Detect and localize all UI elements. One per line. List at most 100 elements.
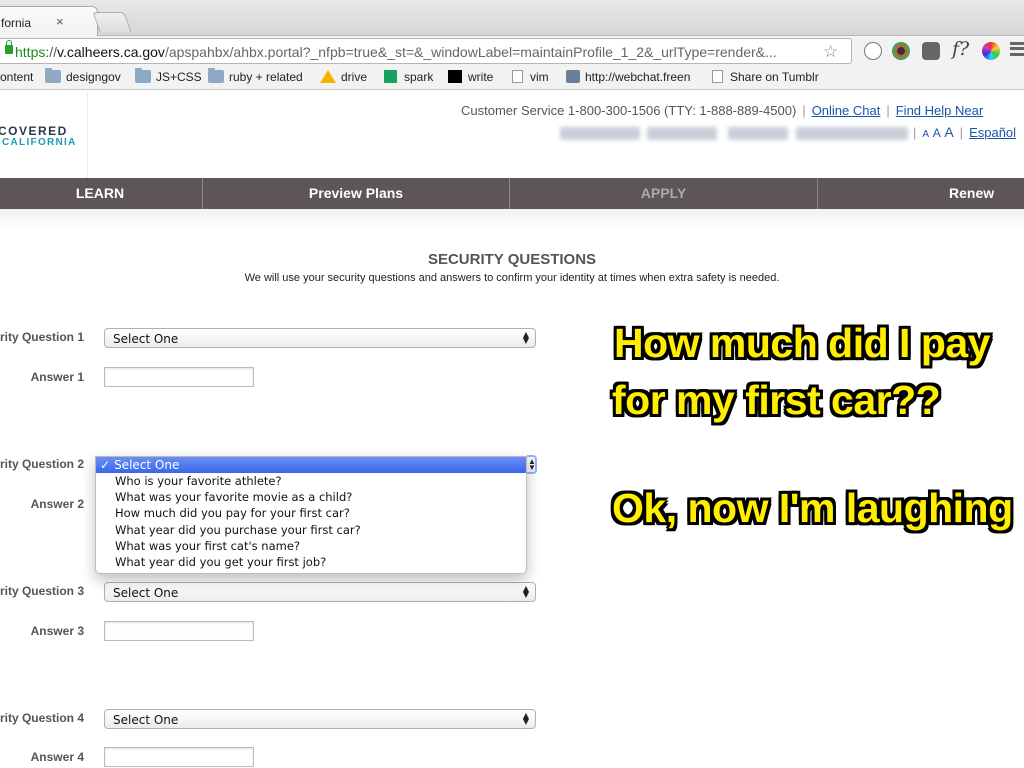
bookmark-drive[interactable]: drive — [341, 70, 367, 84]
url-domain: v.calheers.ca.gov — [57, 44, 165, 60]
folder-icon — [208, 68, 224, 83]
dropdown-option[interactable]: What year did you get your first job? — [115, 555, 326, 569]
question-2-dropdown-menu: ✓ Select One Who is your favorite athlete… — [95, 456, 527, 574]
color-picker-icon[interactable] — [982, 42, 1000, 60]
dropdown-option[interactable]: What was your favorite movie as a child? — [115, 490, 352, 504]
select-arrows-icon: ▲ ▼ — [528, 457, 536, 472]
redacted-text — [560, 127, 640, 140]
dropdown-option[interactable]: What year did you purchase your first ca… — [115, 523, 361, 537]
answer-4-input[interactable] — [104, 747, 254, 767]
bookmarks-bar: ontent designgov JS+CSS ruby + related d… — [0, 66, 1024, 90]
bookmark-ruby[interactable]: ruby + related — [229, 70, 303, 84]
nav-learn[interactable]: LEARN — [0, 178, 203, 209]
new-tab-button[interactable] — [92, 12, 132, 32]
select-arrows-icon: ▲ ▼ — [522, 711, 529, 726]
font-size-small-button[interactable]: A — [922, 129, 929, 140]
logo-text-covered[interactable]: COVERED — [0, 124, 68, 138]
page-icon — [712, 70, 723, 83]
overlay-caption-line-3: Ok, now I'm laughing — [612, 485, 1013, 531]
logo-text-california[interactable]: CALIFORNIA — [2, 137, 77, 148]
browser-menu-icon[interactable] — [1010, 42, 1024, 56]
customer-service-text: Customer Service 1-800-300-1506 (TTY: 1-… — [461, 103, 797, 118]
overlay-caption-line-1: How much did I pay — [614, 320, 990, 366]
sheets-icon — [384, 70, 397, 83]
pocket-icon[interactable] — [922, 42, 940, 60]
bookmark-vim[interactable]: vim — [530, 70, 549, 84]
url-text[interactable]: https://v.calheers.ca.gov/apspahbx/ahbx.… — [15, 44, 777, 60]
online-chat-link[interactable]: Online Chat — [812, 103, 881, 118]
nav-apply[interactable]: APPLY — [510, 178, 818, 209]
separator: | — [959, 125, 964, 140]
answer-1-label: Answer 1 — [30, 370, 84, 384]
folder-icon — [45, 68, 61, 83]
url-scheme: https — [15, 44, 46, 60]
address-bar[interactable]: https://v.calheers.ca.gov/apspahbx/ahbx.… — [0, 38, 852, 64]
question-1-select[interactable]: Select One ▲ ▼ — [104, 328, 536, 348]
url-separator: :// — [45, 44, 58, 60]
bookmark-content[interactable]: ontent — [0, 70, 33, 84]
bookmark-webchat[interactable]: http://webchat.freen — [585, 70, 695, 84]
select-arrows-icon: ▲ ▼ — [522, 330, 529, 345]
overlay-caption-line-2: for my first car?? — [612, 377, 941, 423]
bookmark-designgov[interactable]: designgov — [66, 70, 121, 84]
nav-shadow — [0, 209, 1024, 229]
redacted-text — [647, 127, 717, 140]
question-2-select[interactable]: ▲ ▼ — [527, 455, 537, 474]
nav-preview-plans[interactable]: Preview Plans — [203, 178, 510, 209]
bookmark-write[interactable]: write — [468, 70, 493, 84]
redacted-text — [796, 127, 908, 140]
dropdown-option[interactable]: Who is your favorite athlete? — [115, 474, 282, 488]
answer-1-input[interactable] — [104, 367, 254, 387]
extension-color-dial-icon[interactable] — [892, 42, 910, 60]
bookmark-star-icon[interactable]: ☆ — [823, 42, 838, 62]
question-3-select[interactable]: Select One ▲ ▼ — [104, 582, 536, 602]
checkmark-icon: ✓ — [100, 458, 111, 472]
answer-2-label: Answer 2 — [30, 497, 84, 511]
lock-icon — [5, 40, 13, 54]
dropdown-selected-label: Select One — [114, 458, 180, 472]
question-1-selected-value: Select One — [113, 332, 179, 346]
separator: | — [802, 103, 806, 118]
main-navigation: LEARN Preview Plans APPLY Renew — [0, 178, 1024, 209]
dropdown-option-selected[interactable]: ✓ Select One — [96, 457, 526, 473]
redacted-text — [728, 127, 788, 140]
answer-3-label: Answer 3 — [30, 624, 84, 638]
font-size-medium-button[interactable]: A — [933, 126, 941, 140]
find-help-link[interactable]: Find Help Near — [896, 103, 983, 118]
dropdown-option[interactable]: How much did you pay for your first car? — [115, 506, 350, 520]
bookmark-share-tumblr[interactable]: Share on Tumblr — [730, 70, 819, 84]
dropdown-option[interactable]: What was your first cat's name? — [115, 539, 300, 553]
medium-icon — [448, 70, 462, 83]
answer-4-label: Answer 4 — [30, 750, 84, 764]
espanol-link[interactable]: Español — [969, 125, 1016, 140]
question-4-label: rity Question 4 — [0, 711, 84, 725]
font-size-controls: | A A A | Español — [913, 124, 1016, 140]
logo-divider — [87, 92, 88, 178]
question-2-label: rity Question 2 — [0, 457, 84, 471]
answer-3-input[interactable] — [104, 621, 254, 641]
question-3-selected-value: Select One — [113, 586, 179, 600]
separator: | — [886, 103, 890, 118]
customer-service-line: Customer Service 1-800-300-1506 (TTY: 1-… — [461, 103, 983, 118]
tab-close-icon[interactable]: × — [56, 14, 64, 29]
webchat-icon — [566, 70, 580, 83]
folder-icon — [135, 68, 151, 83]
page-icon — [512, 70, 523, 83]
browser-tab-active[interactable]: fornia × — [0, 6, 98, 36]
question-4-select[interactable]: Select One ▲ ▼ — [104, 709, 536, 729]
font-size-large-button[interactable]: A — [944, 124, 953, 140]
page-description: We will use your security questions and … — [244, 272, 780, 284]
drive-icon — [320, 70, 336, 83]
question-4-selected-value: Select One — [113, 713, 179, 727]
bookmark-js-css[interactable]: JS+CSS — [156, 70, 202, 84]
separator: | — [913, 125, 917, 140]
question-3-label: rity Question 3 — [0, 584, 84, 598]
page-title: SECURITY QUESTIONS — [427, 251, 597, 268]
bookmark-spark[interactable]: spark — [404, 70, 433, 84]
browser-tabstrip: fornia × — [0, 0, 1024, 36]
question-1-label: rity Question 1 — [0, 330, 84, 344]
extension-hand-icon[interactable] — [864, 42, 882, 60]
nav-renew[interactable]: Renew — [818, 178, 1024, 209]
font-finder-icon[interactable]: f? — [952, 38, 976, 60]
tab-title: fornia — [1, 16, 32, 30]
